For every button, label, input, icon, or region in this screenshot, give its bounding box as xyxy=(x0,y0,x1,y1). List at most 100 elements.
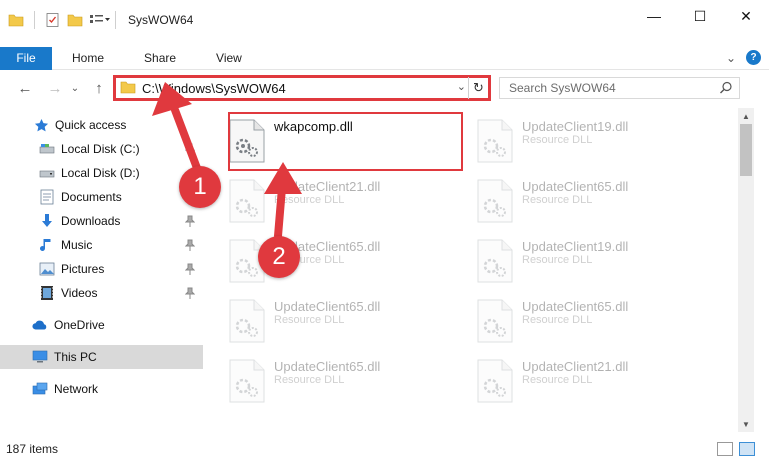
dll-file-icon xyxy=(476,358,514,404)
sidebar-item-label: Pictures xyxy=(61,262,105,276)
scroll-down-icon[interactable]: ▼ xyxy=(738,416,754,432)
toolbar-divider xyxy=(34,11,35,29)
back-button[interactable]: ← xyxy=(14,77,36,99)
new-folder-icon[interactable] xyxy=(67,12,83,28)
ribbon-collapse-icon[interactable]: ⌄ xyxy=(726,51,736,65)
file-type: Resource DLL xyxy=(274,374,345,386)
title-bar: SysWOW64 — ☐ ✕ xyxy=(0,0,769,40)
tab-home[interactable]: Home xyxy=(52,47,124,70)
pin-icon[interactable] xyxy=(184,215,196,227)
drive-icon xyxy=(39,165,55,181)
pin-icon[interactable] xyxy=(184,239,196,251)
properties-icon[interactable] xyxy=(45,12,61,28)
sidebar-item-label: This PC xyxy=(54,350,97,364)
sidebar-item-label: Local Disk (C:) xyxy=(61,142,140,156)
file-name: UpdateClient21.dll xyxy=(274,179,381,194)
window-title: SysWOW64 xyxy=(128,13,194,27)
file-name: UpdateClient19.dll xyxy=(522,239,629,254)
folder-icon xyxy=(8,12,24,28)
window-controls: — ☐ ✕ xyxy=(631,0,769,32)
address-bar[interactable]: C:\Windows\SysWOW64 ⌄ ↻ xyxy=(113,75,491,101)
minimize-button[interactable]: — xyxy=(631,0,677,32)
sidebar-item-documents[interactable]: Documents xyxy=(0,185,203,209)
sidebar-item-label: Documents xyxy=(61,190,122,204)
large-icons-view-icon[interactable] xyxy=(739,442,755,456)
sidebar-item-local-disk-c[interactable]: Local Disk (C:) xyxy=(0,137,203,161)
file-item[interactable]: UpdateClient65.dll Resource DLL xyxy=(228,354,458,408)
ribbon-tabs: File Home Share View ⌄ ? xyxy=(0,46,769,70)
maximize-button[interactable]: ☐ xyxy=(677,0,723,32)
file-item[interactable]: UpdateClient19.dll Resource DLL xyxy=(476,234,706,288)
help-icon[interactable]: ? xyxy=(746,50,761,65)
up-button[interactable]: ↑ xyxy=(88,77,110,99)
ribbon-right-controls: ⌄ ? xyxy=(726,50,761,65)
forward-button[interactable]: → xyxy=(44,77,66,99)
sidebar-item-network[interactable]: Network xyxy=(0,377,203,401)
folder-icon xyxy=(120,80,136,97)
sidebar-item-label: Quick access xyxy=(55,118,127,132)
search-box[interactable]: Search SysWOW64 xyxy=(499,77,740,99)
refresh-button[interactable]: ↻ xyxy=(468,77,488,99)
dll-file-icon xyxy=(476,238,514,284)
star-icon xyxy=(33,117,49,133)
item-count: 187 items xyxy=(6,442,59,456)
pin-icon[interactable] xyxy=(184,287,196,299)
file-type: Resource DLL xyxy=(522,254,593,266)
quick-access-toolbar xyxy=(8,11,120,29)
sidebar-item-local-disk-d[interactable]: Local Disk (D:) xyxy=(0,161,203,185)
file-name: UpdateClient65.dll xyxy=(274,359,381,374)
computer-icon xyxy=(32,349,48,365)
tab-view[interactable]: View xyxy=(196,47,262,70)
scroll-up-icon[interactable]: ▲ xyxy=(738,108,754,124)
file-name: UpdateClient65.dll xyxy=(274,299,381,314)
address-path[interactable]: C:\Windows\SysWOW64 xyxy=(142,81,286,96)
download-icon xyxy=(39,213,55,229)
dll-file-icon xyxy=(228,178,266,224)
sidebar-item-pictures[interactable]: Pictures xyxy=(0,257,203,281)
documents-icon xyxy=(39,189,55,205)
vertical-scrollbar[interactable]: ▲ ▼ xyxy=(738,108,754,432)
navigation-bar: ← → ⌄ ↑ C:\Windows\SysWOW64 ⌄ ↻ Search S… xyxy=(0,73,769,103)
file-item[interactable]: UpdateClient65.dll Resource DLL xyxy=(228,294,458,348)
file-name: UpdateClient65.dll xyxy=(522,179,629,194)
details-view-icon[interactable] xyxy=(717,442,733,456)
sidebar-item-this-pc[interactable]: This PC xyxy=(0,345,203,369)
sidebar-item-onedrive[interactable]: OneDrive xyxy=(0,313,203,337)
address-dropdown-icon[interactable]: ⌄ xyxy=(457,80,466,93)
cloud-icon xyxy=(32,317,48,333)
file-type: Resource DLL xyxy=(522,374,593,386)
file-name: UpdateClient65.dll xyxy=(522,299,629,314)
callout-badge-1: 1 xyxy=(179,166,221,208)
toolbar-divider xyxy=(115,11,116,29)
sidebar-item-quick-access[interactable]: Quick access xyxy=(0,113,203,137)
recent-locations-button[interactable]: ⌄ xyxy=(64,77,86,99)
drive-icon xyxy=(39,141,55,157)
customize-toolbar-icon[interactable] xyxy=(89,12,110,28)
file-name: UpdateClient19.dll xyxy=(522,119,629,134)
file-type: Resource DLL xyxy=(522,194,593,206)
dll-file-icon xyxy=(228,358,266,404)
sidebar-item-videos[interactable]: Videos xyxy=(0,281,203,305)
file-item[interactable]: UpdateClient21.dll Resource DLL xyxy=(228,174,458,228)
file-item[interactable]: UpdateClient65.dll Resource DLL xyxy=(476,294,706,348)
sidebar-item-music[interactable]: Music xyxy=(0,233,203,257)
sidebar-item-downloads[interactable]: Downloads xyxy=(0,209,203,233)
file-item[interactable]: UpdateClient21.dll Resource DLL xyxy=(476,354,706,408)
search-input[interactable]: Search SysWOW64 xyxy=(509,81,616,95)
scroll-thumb[interactable] xyxy=(740,124,752,176)
tab-share[interactable]: Share xyxy=(124,47,196,70)
file-type: Resource DLL xyxy=(274,314,345,326)
tab-file[interactable]: File xyxy=(0,46,52,70)
file-type: Resource DLL xyxy=(274,194,345,206)
sidebar-item-label: Local Disk (D:) xyxy=(61,166,140,180)
pin-icon[interactable] xyxy=(184,143,196,155)
file-item[interactable]: UpdateClient19.dll Resource DLL xyxy=(476,114,706,168)
search-icon[interactable] xyxy=(719,81,733,98)
sidebar-item-label: OneDrive xyxy=(54,318,105,332)
file-type: Resource DLL xyxy=(522,134,593,146)
status-bar: 187 items xyxy=(0,433,769,465)
file-item[interactable]: UpdateClient65.dll Resource DLL xyxy=(476,174,706,228)
music-icon xyxy=(39,237,55,253)
close-button[interactable]: ✕ xyxy=(723,0,769,32)
pin-icon[interactable] xyxy=(184,263,196,275)
